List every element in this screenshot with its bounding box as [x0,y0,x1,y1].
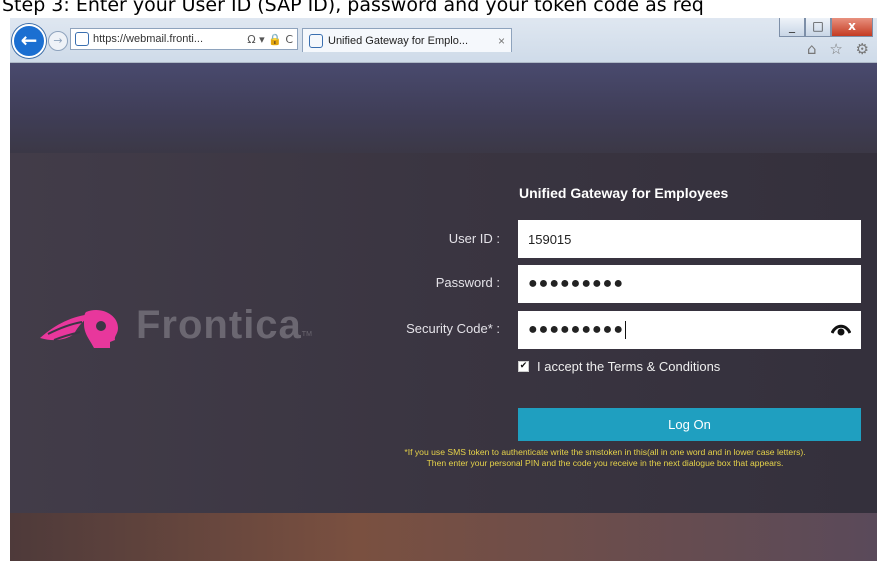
terms-checkbox[interactable]: ✔ [518,361,529,372]
sms-token-note-line1: *If you use SMS token to authenticate wr… [404,447,806,457]
forward-arrow-icon[interactable]: → [48,31,68,51]
window-controls: _ □ x [779,18,873,37]
form-title: Unified Gateway for Employees [519,185,729,201]
browser-chrome: _ □ x ← → https://webmail.fronti... Ω ▾ … [10,18,877,63]
instruction-caption: Step 3: Enter your User ID (SAP ID), pas… [2,0,704,16]
back-arrow-icon[interactable]: ← [12,24,46,58]
password-mask: ●●●●●●●●● [528,275,624,292]
address-bar[interactable]: https://webmail.fronti... Ω ▾ 🔒 C [70,28,298,50]
address-tools-icons[interactable]: Ω ▾ 🔒 C [247,33,297,46]
address-url[interactable]: https://webmail.fronti... [93,33,247,45]
security-code-label: Security Code* : [406,321,500,336]
password-input[interactable]: ●●●●●●●●● [518,265,861,303]
terms-label[interactable]: I accept the Terms & Conditions [537,359,720,374]
security-code-input[interactable]: ●●●●●●●●● [518,311,861,349]
tab-title[interactable]: Unified Gateway for Emplo... [328,35,492,47]
show-password-eye-icon[interactable] [831,321,851,337]
footer-band [10,513,877,561]
close-window-button[interactable]: x [831,18,873,37]
user-id-input[interactable]: 159015 [518,220,861,258]
minimize-button[interactable]: _ [779,18,805,37]
maximize-button[interactable]: □ [805,18,831,37]
user-id-label: User ID : [448,231,500,246]
home-favorites-settings-icons[interactable]: ⌂ ☆ ⚙ [807,40,873,58]
site-icon [75,32,89,46]
security-code-mask: ●●●●●●●●● [528,321,624,338]
terms-row: ✔ I accept the Terms & Conditions [518,359,720,374]
frontica-head-icon [40,309,118,348]
frontica-logo: Frontica TM [38,303,312,348]
tab-unified-gateway[interactable]: Unified Gateway for Emplo... × [302,28,512,52]
login-page: Frontica TM Unified Gateway for Employee… [10,63,877,561]
header-band [10,63,877,153]
tab-site-icon [309,33,323,48]
user-id-value: 159015 [528,231,572,247]
brand-name: Frontica [136,303,302,347]
password-label: Password : [435,275,500,290]
text-cursor [624,321,626,339]
tab-close-icon[interactable]: × [498,34,505,48]
sms-token-note-line2: Then enter your personal PIN and the cod… [426,458,784,468]
log-on-button[interactable]: Log On [518,408,861,441]
